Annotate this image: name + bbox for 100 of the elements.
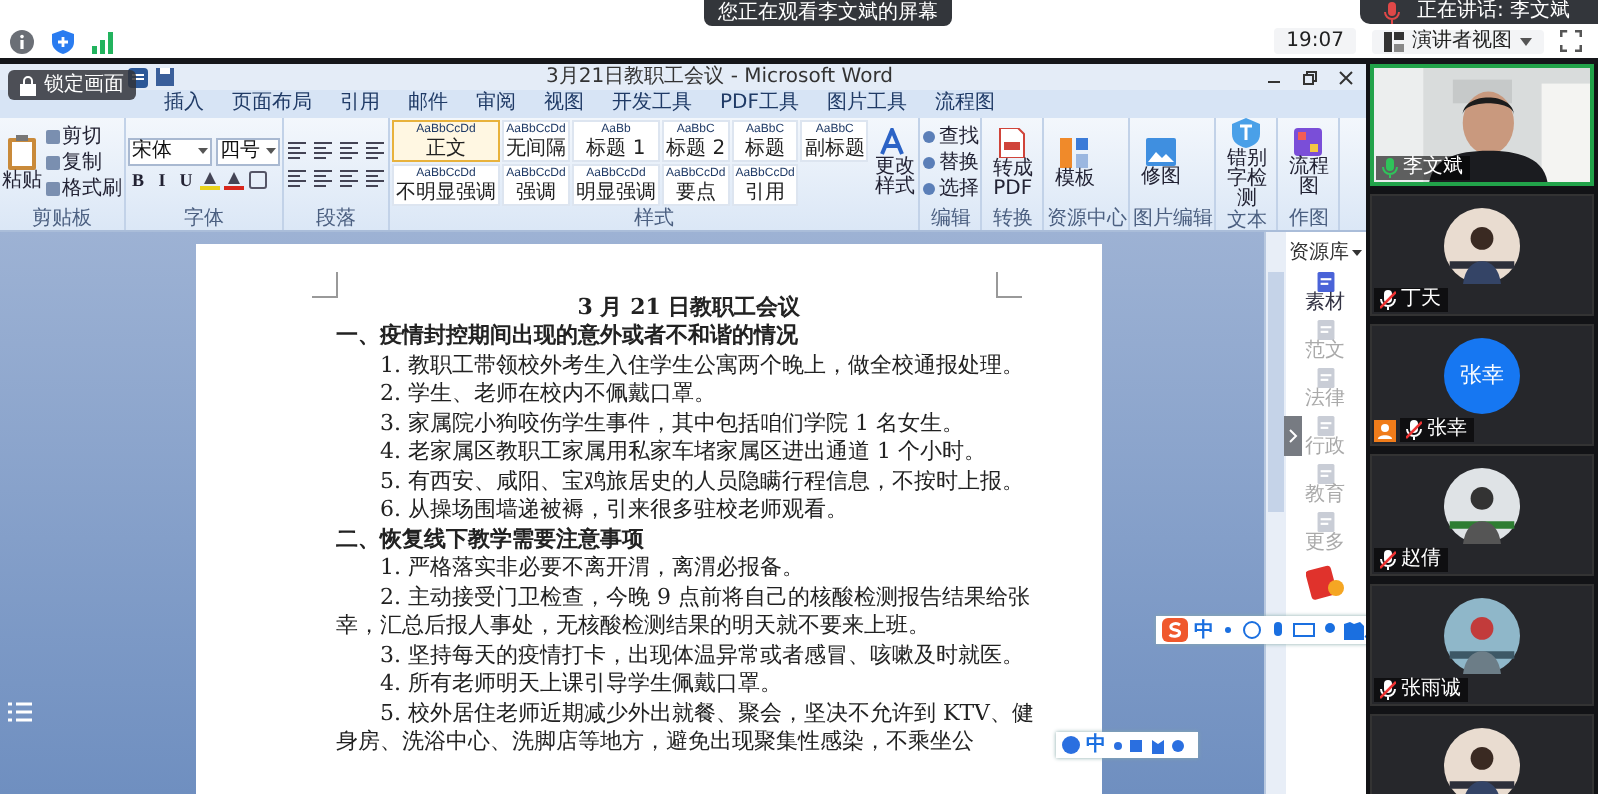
- input-mode-label[interactable]: 中: [1194, 619, 1214, 641]
- list-icon[interactable]: [8, 702, 32, 722]
- ribbon-tab[interactable]: 插入: [164, 92, 204, 116]
- highlight-icon[interactable]: [200, 169, 220, 189]
- chevron-right-icon: [1288, 428, 1298, 444]
- document-icon: [1315, 320, 1336, 340]
- input-method-toolbar[interactable]: 中: [1156, 616, 1366, 644]
- ribbon-tab[interactable]: 开发工具: [612, 92, 692, 116]
- document-icon: [1315, 416, 1336, 436]
- ribbon-tab[interactable]: 页面布局: [232, 92, 312, 116]
- paragraph-icon[interactable]: [338, 167, 360, 187]
- flowchart-icon: [1294, 128, 1323, 156]
- list-paragraph: 4. 老家属区教职工家属用私家车堵家属区进出通道 1 个小时。: [378, 438, 988, 467]
- ribbon-group-label: 文本: [1224, 210, 1269, 232]
- window-title: 3月21日教职工会议 - Microsoft Word: [546, 65, 893, 89]
- list-paragraph: 2. 学生、老师在校内不佩戴口罩。: [378, 380, 718, 409]
- ribbon-tab[interactable]: 视图: [544, 92, 584, 116]
- speaker-view-button[interactable]: 演讲者视图: [1372, 29, 1544, 53]
- ribbon-group-label: 图片编辑: [1132, 208, 1213, 230]
- ribbon-tab[interactable]: 图片工具: [826, 92, 907, 116]
- section-heading: 一、疫情封控期间出现的意外或者不和谐的情况: [336, 322, 800, 351]
- edit-action-button[interactable]: 替换: [922, 152, 979, 174]
- lock-icon: [20, 75, 36, 95]
- ribbon-tool-button[interactable]: 转成PDF: [984, 127, 1041, 199]
- participant-tile[interactable]: 丁天: [1369, 194, 1594, 316]
- format-button[interactable]: U: [176, 169, 196, 189]
- paragraph-icon[interactable]: [338, 139, 360, 159]
- resource-category-button[interactable]: 素材: [1305, 272, 1346, 314]
- participant-tile[interactable]: 张雨诚: [1369, 584, 1594, 706]
- ribbon-tool-button[interactable]: 修图: [1132, 138, 1189, 188]
- participant-name: 李文斌: [1403, 156, 1464, 180]
- ribbon-tab[interactable]: 引用: [340, 92, 380, 116]
- document-icon: [1315, 368, 1336, 388]
- paragraph-icon[interactable]: [312, 167, 334, 187]
- document-title: 3 月 21 日教职工会议: [575, 292, 803, 322]
- envelope-icon[interactable]: [1305, 564, 1346, 600]
- restore-icon[interactable]: [1301, 69, 1318, 85]
- participant-name: 丁天: [1401, 288, 1442, 312]
- ribbon-tab[interactable]: PDF工具: [720, 92, 799, 116]
- shield-icon[interactable]: [52, 30, 74, 54]
- ribbon-tool-button[interactable]: 错别字检测: [1218, 118, 1275, 210]
- image-icon: [1145, 138, 1176, 166]
- clear-format-icon[interactable]: [248, 169, 268, 189]
- info-icon[interactable]: [10, 30, 34, 54]
- participant-tile[interactable]: 张幸 张幸: [1369, 324, 1594, 446]
- ribbon-tab[interactable]: 流程图: [934, 92, 995, 116]
- clipboard-action-button[interactable]: 格式刷: [46, 178, 122, 200]
- ribbon-tab[interactable]: 审阅: [476, 92, 516, 116]
- keyboard-logo-icon: [1062, 736, 1080, 754]
- document-icon: [1315, 512, 1336, 532]
- save-icon[interactable]: [156, 67, 174, 85]
- format-button[interactable]: I: [152, 169, 172, 189]
- edit-action-button[interactable]: 查找: [922, 126, 979, 148]
- expand-tab[interactable]: [1284, 416, 1302, 456]
- ribbon-group-label: 段落: [314, 208, 358, 230]
- paste-button[interactable]: 粘贴: [2, 134, 42, 192]
- edit-action-button[interactable]: 选择: [922, 178, 979, 200]
- paragraph-icon[interactable]: [364, 167, 386, 187]
- list-paragraph: 4. 所有老师明天上课引导学生佩戴口罩。: [378, 670, 784, 699]
- list-paragraph: 3. 坚持每天的疫情打卡，出现体温异常或者感冒、咳嗽及时就医。: [378, 641, 1026, 670]
- signal-icon[interactable]: [92, 31, 114, 53]
- ribbon-group-label: 样式: [632, 208, 677, 230]
- format-button[interactable]: B: [128, 169, 148, 189]
- layout-icon: [1384, 31, 1404, 51]
- participant-name: 张幸: [1427, 418, 1468, 442]
- lock-screen-button[interactable]: 锁定画面: [8, 70, 136, 100]
- ribbon-tab[interactable]: 邮件: [408, 92, 448, 116]
- styles-icon: [880, 128, 909, 156]
- participant-name: 赵倩: [1401, 548, 1442, 572]
- caret-icon: [266, 148, 276, 154]
- ribbon-group-label: 作图: [1286, 208, 1331, 230]
- ribbon-group-label: 编辑: [928, 208, 973, 230]
- ribbon-group-label: 资源中心: [1046, 208, 1127, 230]
- fullscreen-icon[interactable]: [1560, 30, 1582, 52]
- clipboard-action-button[interactable]: 复制: [46, 152, 122, 174]
- clipboard-action-button[interactable]: 剪切: [46, 126, 122, 148]
- change-styles-button[interactable]: 更改样式: [872, 128, 917, 198]
- spellcheck-icon: [1232, 118, 1261, 148]
- close-icon[interactable]: [1337, 69, 1354, 85]
- input-method-toolbar[interactable]: 中: [1056, 732, 1198, 758]
- meeting-time: 19:07: [1274, 28, 1356, 54]
- paragraph-icon[interactable]: [312, 139, 334, 159]
- caret-icon: [1351, 249, 1362, 255]
- participant-tile[interactable]: 李文斌: [1369, 64, 1594, 186]
- caret-icon: [198, 148, 208, 154]
- font-size-field[interactable]: 四号: [216, 137, 280, 165]
- font-color-icon[interactable]: [224, 169, 244, 189]
- paragraph-icon[interactable]: [286, 139, 308, 159]
- list-paragraph: 6. 从操场围墙递被褥，引来很多驻校老师观看。: [378, 496, 850, 525]
- resource-library-dropdown[interactable]: 资源库: [1289, 238, 1362, 266]
- input-mode-label[interactable]: 中: [1086, 734, 1106, 756]
- paragraph-icon[interactable]: [364, 139, 386, 159]
- ribbon-tool-button[interactable]: 流程图: [1280, 128, 1337, 198]
- screen-share-banner: 您正在观看李文斌的屏幕: [704, 0, 952, 26]
- paragraph-icon[interactable]: [286, 167, 308, 187]
- list-paragraph: 5. 校外居住老师近期减少外出就餐、聚会，坚决不允许到 KTV、健身房、洗浴中心、洗脚店等地方，避免出现聚集性感染，不乘坐公: [336, 699, 1036, 757]
- font-name-field[interactable]: 宋体: [128, 137, 212, 165]
- participant-tile[interactable]: 赵倩: [1369, 454, 1594, 576]
- ribbon-tool-button[interactable]: 模板: [1046, 137, 1103, 189]
- list-paragraph: 3. 家属院小狗咬伤学生事件，其中包括咱们学院 1 名女生。: [378, 409, 966, 438]
